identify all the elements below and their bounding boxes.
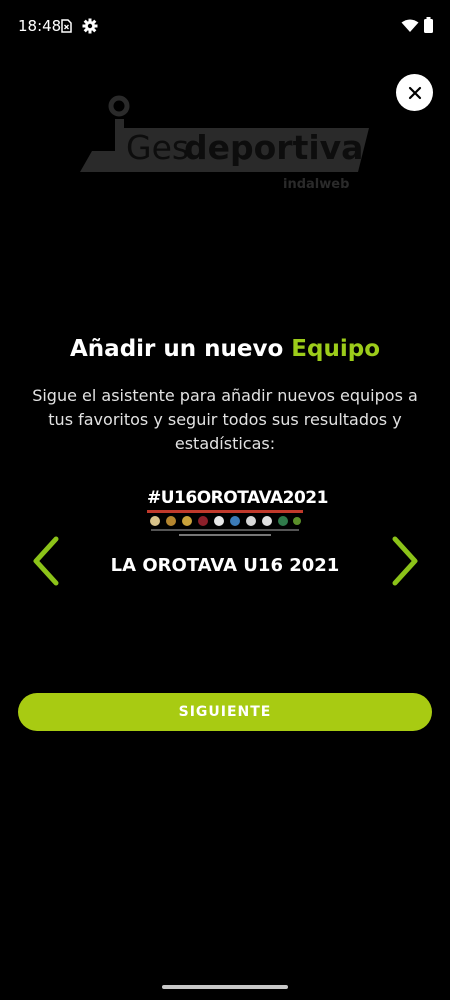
home-indicator[interactable] (162, 985, 288, 989)
title-accent: Equipo (291, 336, 380, 362)
team-name: LA OROTAVA U16 2021 (110, 555, 340, 576)
wifi-icon (401, 19, 419, 32)
banner-hashtag: #U16OROTAVA2021 (147, 488, 328, 508)
battery-icon (424, 17, 433, 33)
title-prefix: Añadir un nuevo (70, 336, 292, 362)
next-button[interactable]: SIGUIENTE (18, 693, 432, 731)
close-button[interactable] (396, 74, 433, 111)
banner-subtitle-strip (147, 510, 303, 513)
status-time: 18:48 (18, 17, 62, 35)
status-bar: 18:48 (0, 0, 450, 52)
logo-brand-light: Ges (126, 128, 189, 167)
banner-club-logos (150, 516, 301, 536)
close-icon (408, 86, 421, 99)
page-title: Añadir un nuevo Equipo (0, 336, 450, 362)
page-description: Sigue el asistente para añadir nuevos eq… (32, 386, 418, 453)
logo-tagline: indalweb (283, 177, 349, 192)
sim-icon (61, 19, 72, 33)
gesdeportiva-logo: Ges deportiva indalweb (80, 95, 369, 192)
logo-brand-bold: deportiva (184, 128, 363, 167)
team-banner: #U16OROTAVA2021 (147, 488, 328, 540)
gear-icon (82, 18, 98, 34)
